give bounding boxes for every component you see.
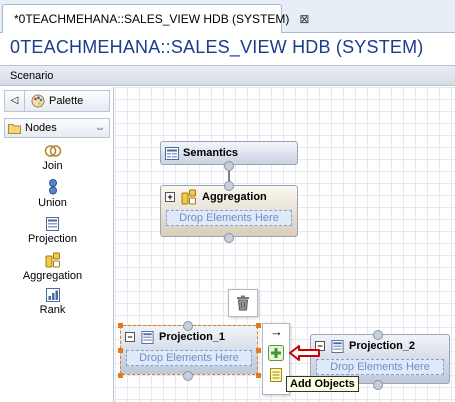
page-title: 0TEACHMEHANA::SALES_VIEW HDB (SYSTEM) (10, 37, 424, 57)
editor-tab-bar: *0TEACHMEHANA::SALES_VIEW HDB (SYSTEM) ⊠ (0, 0, 455, 33)
aggregation-output-port[interactable] (224, 233, 234, 243)
aggregation-input-port[interactable] (224, 181, 234, 191)
selection-handle[interactable] (118, 373, 123, 378)
palette-panel: ◁ Palette Nodes ⇔ Join Union Projection … (0, 87, 114, 402)
semantics-label: Semantics (183, 147, 239, 159)
aggregation-label: Aggregation (202, 191, 267, 203)
selection-handle[interactable] (256, 348, 261, 353)
projection-1-node[interactable]: − Projection_1 Drop Elements Here (120, 325, 258, 375)
projection-1-label: Projection_1 (159, 331, 226, 343)
palette-item-label: Union (38, 197, 67, 209)
projection-2-drop-zone[interactable]: Drop Elements Here (316, 359, 444, 375)
palette-item-union[interactable]: Union (0, 179, 105, 209)
palette-item-label: Join (42, 160, 63, 172)
collapse-node-icon[interactable]: − (125, 332, 135, 342)
add-objects-icon[interactable] (268, 345, 284, 361)
editor-tab-label: *0TEACHMEHANA::SALES_VIEW HDB (SYSTEM) (14, 12, 290, 26)
close-icon[interactable]: ⊠ (299, 12, 309, 26)
projection-icon (331, 339, 344, 353)
connect-arrow-icon[interactable]: → (270, 324, 283, 339)
collapse-icon[interactable]: ⇔ (95, 123, 105, 134)
projection-icon (141, 330, 154, 344)
projection-2-input-port[interactable] (373, 330, 383, 340)
selection-handle[interactable] (118, 323, 123, 328)
rank-icon (45, 288, 60, 302)
union-icon (48, 179, 57, 195)
trash-icon[interactable] (236, 295, 250, 311)
pointer-arrow-icon (289, 345, 320, 361)
nodes-label: Nodes (25, 122, 57, 134)
palette-item-rank[interactable]: Rank (0, 288, 105, 316)
aggregation-node[interactable]: + Aggregation Drop Elements Here (160, 185, 298, 237)
scenario-canvas[interactable]: Semantics + Aggregation Drop Elements He… (115, 87, 455, 402)
palette-item-projection[interactable]: Projection (0, 217, 105, 245)
semantics-icon (165, 146, 179, 160)
palette-header[interactable]: ◁ Palette (4, 90, 110, 112)
aggregation-drop-zone[interactable]: Drop Elements Here (166, 210, 292, 226)
projection-2-label: Projection_2 (349, 340, 416, 352)
palette-item-label: Rank (39, 304, 66, 316)
palette-item-join[interactable]: Join (0, 144, 105, 172)
selection-handle[interactable] (256, 323, 261, 328)
palette-item-label: Aggregation (22, 270, 83, 282)
delete-toolbox[interactable] (228, 289, 258, 317)
palette-icon (31, 94, 45, 108)
projection-1-output-port[interactable] (183, 371, 193, 381)
palette-item-aggregation[interactable]: Aggregation (0, 252, 105, 282)
folder-icon (8, 123, 21, 134)
add-objects-tooltip: Add Objects (286, 376, 359, 392)
nodes-drawer-header[interactable]: Nodes ⇔ (4, 118, 110, 138)
semantics-output-port[interactable] (224, 161, 234, 171)
aggregation-icon (181, 189, 196, 205)
join-icon (44, 145, 61, 157)
selection-handle[interactable] (118, 348, 123, 353)
expand-icon[interactable]: + (165, 192, 175, 202)
note-icon[interactable] (270, 368, 282, 382)
projection-1-drop-zone[interactable]: Drop Elements Here (126, 350, 252, 366)
selection-handle[interactable] (256, 373, 261, 378)
projection-1-input-port[interactable] (183, 321, 193, 331)
editor-tab[interactable]: *0TEACHMEHANA::SALES_VIEW HDB (SYSTEM) ⊠ (2, 4, 309, 33)
projection-2-output-port[interactable] (373, 380, 383, 390)
scenario-header: Scenario (0, 65, 455, 86)
palette-item-label: Projection (28, 233, 77, 245)
back-arrow-icon[interactable]: ◁ (5, 91, 25, 111)
palette-label: Palette (49, 95, 84, 107)
projection-icon (46, 217, 59, 231)
aggregation-icon (45, 252, 60, 268)
